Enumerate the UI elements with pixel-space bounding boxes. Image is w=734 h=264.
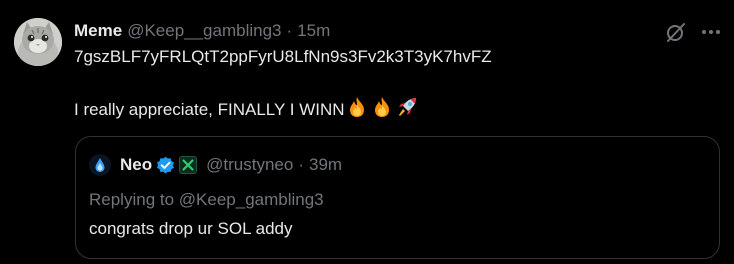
quoted-tweet-header: Neo @trustyneo · 39m <box>89 154 342 176</box>
author-handle[interactable]: @Keep__gambling3 <box>127 21 281 41</box>
quoted-tweet[interactable]: Neo @trustyneo · 39m Replying to @Keep_g… <box>75 136 720 259</box>
more-options-button[interactable] <box>697 20 725 44</box>
tweet-text: I really appreciate, FINALLY I WINN <box>74 100 345 119</box>
tweet[interactable]: Meme @Keep__gambling3 · 15m 7gszBLF7yFRL… <box>0 0 734 264</box>
tweet-header: Meme @Keep__gambling3 · 15m <box>74 20 330 42</box>
water-drop-icon <box>95 158 105 172</box>
quoted-avatar[interactable] <box>89 154 111 176</box>
rocket-emoji <box>398 98 416 116</box>
verified-badge-icon <box>157 156 175 173</box>
separator-dot: · <box>286 21 293 40</box>
emoji-group <box>346 96 421 118</box>
tweet-text-line: I really appreciate, FINALLY I WINN <box>74 96 421 120</box>
quoted-author-handle[interactable]: @trustyneo <box>206 155 293 175</box>
tweet-text-line: 7gszBLF7yFRLQtT2ppFyrU8LfNn9s3Fv2k3T3yK7… <box>74 47 492 66</box>
cat-avatar-image <box>14 18 62 66</box>
replying-to-text: Replying to @Keep_gambling3 <box>89 190 324 209</box>
quoted-timestamp[interactable]: 39m <box>309 155 342 175</box>
avatar[interactable] <box>14 18 62 66</box>
timestamp[interactable]: 15m <box>297 21 330 41</box>
affiliate-badge-icon <box>179 156 198 174</box>
grok-icon <box>667 23 685 42</box>
separator-dot: · <box>298 155 304 174</box>
quoted-tweet-text: congrats drop ur SOL addy <box>89 219 293 238</box>
fire-emoji <box>374 97 389 117</box>
author-name[interactable]: Meme <box>74 21 122 41</box>
more-icon <box>702 30 720 34</box>
quoted-author-name[interactable]: Neo <box>120 155 152 175</box>
grok-button[interactable] <box>664 20 688 44</box>
fire-emoji <box>349 97 364 117</box>
